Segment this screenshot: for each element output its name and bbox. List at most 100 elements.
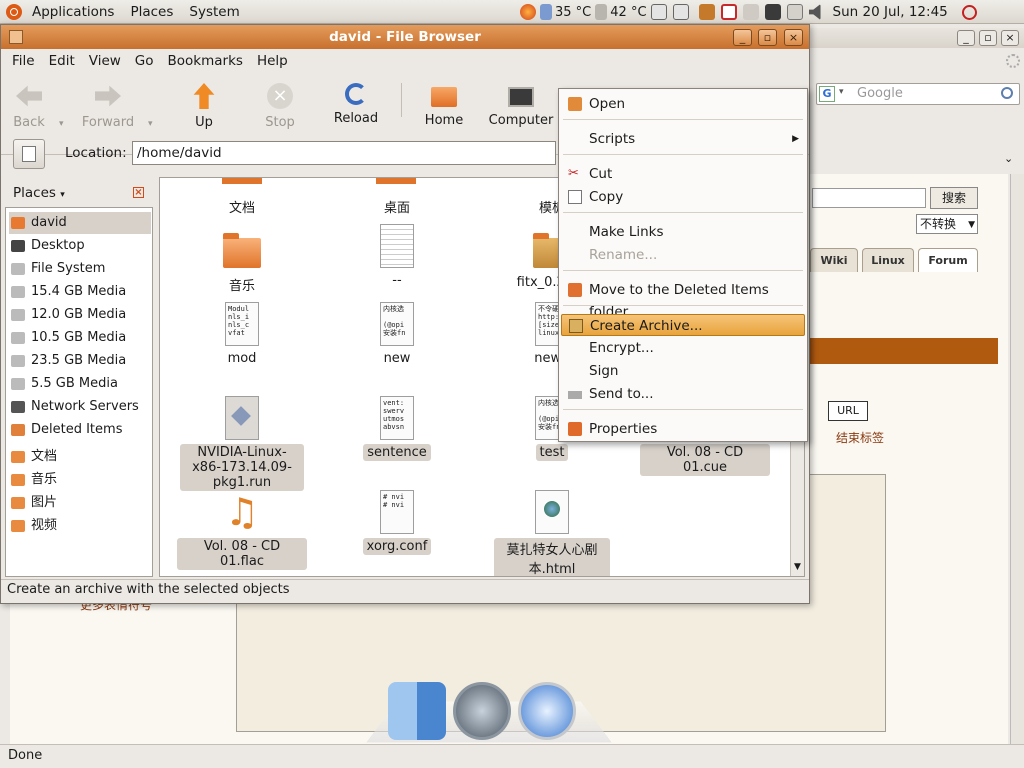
places-header[interactable]: Places ▾ (13, 185, 65, 201)
menu-item-copy[interactable]: Copy (561, 186, 805, 208)
ubuntu-logo-icon[interactable] (6, 3, 22, 20)
browser-search-box[interactable]: G ▾ Google (816, 83, 1020, 105)
back-history-chevron-icon[interactable]: ▾ (59, 119, 64, 129)
finder-dock-icon[interactable] (388, 682, 446, 740)
sidebar-item-media-2[interactable]: 12.0 GB Media (9, 304, 151, 326)
sidebar-item-media-4[interactable]: 23.5 GB Media (9, 350, 151, 372)
sidebar-item-label: File System (31, 261, 106, 276)
sidebar-item-media-3[interactable]: 10.5 GB Media (9, 327, 151, 349)
menu-item-label: Cut (589, 166, 613, 182)
applications-menu[interactable]: Applications (26, 0, 120, 24)
google-g-icon[interactable]: G (819, 86, 835, 102)
window-menu-icon[interactable] (9, 30, 23, 44)
menu-item-sign[interactable]: Sign (561, 360, 805, 382)
network-icon[interactable] (764, 4, 781, 20)
menu-bookmarks[interactable]: Bookmarks (161, 53, 250, 69)
forward-history-chevron-icon[interactable]: ▾ (148, 119, 153, 129)
printer-icon[interactable] (742, 4, 759, 20)
sidebar-item-music[interactable]: 音乐 (9, 469, 151, 491)
home-button[interactable]: Home (410, 81, 478, 128)
file-item[interactable]: # nvi # nvi xorg.conf (332, 490, 462, 555)
window-title[interactable]: david - File Browser (1, 25, 809, 49)
toggle-location-button[interactable] (13, 139, 45, 169)
scroll-down-arrow-icon[interactable]: ▼ (794, 562, 801, 572)
up-button[interactable]: Up (170, 81, 238, 130)
menu-item-move-to-trash[interactable]: Move to the Deleted Items folder (561, 279, 805, 320)
sidebar-item-deleted[interactable]: Deleted Items (9, 419, 151, 441)
menu-item-encrypt[interactable]: Encrypt... (561, 337, 805, 359)
menu-item-make-links[interactable]: Make Links (561, 221, 805, 243)
minimize-button[interactable]: _ (733, 29, 752, 46)
stop-button[interactable]: × Stop (246, 81, 314, 130)
computer-button[interactable]: Computer (487, 81, 555, 128)
menu-edit[interactable]: Edit (42, 53, 82, 69)
reload-button[interactable]: Reload (322, 81, 390, 126)
sidebar-item-filesystem[interactable]: File System (9, 258, 151, 280)
magnifier-icon[interactable] (1001, 87, 1013, 99)
file-item[interactable]: vent: swerv utmos abvsn sentence (332, 396, 462, 461)
file-item[interactable]: -- (332, 224, 462, 289)
menu-file[interactable]: File (1, 53, 42, 69)
file-item[interactable]: 文档 (177, 196, 307, 217)
sidebar-item-media-5[interactable]: 5.5 GB Media (9, 373, 151, 395)
file-item[interactable]: Modul nls_i nls_c vfat mod (177, 302, 307, 367)
tab-linux[interactable]: Linux (862, 248, 914, 272)
clock[interactable]: Sun 20 Jul, 12:45 (833, 4, 948, 20)
sidebar-item-pictures[interactable]: 图片 (9, 492, 151, 514)
webpage-text-input[interactable] (812, 188, 926, 208)
file-item[interactable]: NVIDIA-Linux-x86-173.14.09-pkg1.run (177, 396, 307, 491)
power-icon[interactable] (961, 4, 977, 20)
sidebar-item-desktop[interactable]: Desktop (9, 235, 151, 257)
file-item[interactable]: 内核选 (@opi 安装fn new (332, 302, 462, 367)
browser-maximize-button[interactable]: ▫ (979, 30, 997, 46)
menu-help[interactable]: Help (250, 53, 295, 69)
forward-button[interactable]: Forward (74, 81, 142, 130)
convert-select[interactable]: 不转换 ▼ (916, 214, 978, 234)
forward-label: Forward (81, 115, 135, 130)
end-tag-link[interactable]: 结束标签 (836, 429, 884, 446)
menu-go[interactable]: Go (128, 53, 161, 69)
file-item[interactable]: ♫ Vol. 08 - CD 01.flac (177, 490, 307, 570)
monitor2-icon[interactable] (672, 4, 689, 20)
volume-icon[interactable] (808, 4, 821, 20)
menu-item-open[interactable]: Open (561, 93, 805, 115)
update-icon[interactable] (698, 4, 715, 20)
system-menu[interactable]: System (183, 0, 245, 24)
file-item[interactable]: 音乐 (177, 230, 307, 295)
folder-icon (11, 451, 25, 463)
gmail-icon[interactable] (720, 4, 737, 20)
tab-forum[interactable]: Forum (918, 248, 978, 272)
sidebar-item-videos[interactable]: 视频 (9, 515, 151, 537)
maximize-button[interactable]: ▫ (758, 29, 777, 46)
close-button[interactable]: × (784, 29, 803, 46)
keyboard-icon[interactable] (786, 4, 803, 20)
time-machine-dock-icon[interactable] (453, 682, 511, 740)
close-sidebar-icon[interactable]: × (133, 187, 144, 198)
safari-compass-dock-icon[interactable] (518, 682, 576, 740)
tab-wiki[interactable]: Wiki (810, 248, 858, 272)
url-button[interactable]: URL (828, 401, 868, 421)
places-menu[interactable]: Places (124, 0, 179, 24)
file-item[interactable]: 莫扎特女人心剧本.html (487, 490, 617, 576)
menu-view[interactable]: View (82, 53, 128, 69)
location-input[interactable]: /home/david (132, 141, 556, 165)
sidebar-item-documents[interactable]: 文档 (9, 446, 151, 468)
menu-item-create-archive[interactable]: Create Archive... (561, 314, 805, 336)
browser-minimize-button[interactable]: _ (957, 30, 975, 46)
browser-scrollbar[interactable] (1010, 174, 1024, 744)
menu-item-send-to[interactable]: Send to... (561, 383, 805, 405)
menu-item-properties[interactable]: Properties (561, 418, 805, 440)
monitor-icon[interactable] (650, 4, 667, 20)
menu-item-scripts[interactable]: Scripts ▶ (561, 128, 805, 150)
search-engine-chevron-icon[interactable]: ▾ (839, 87, 844, 97)
back-button[interactable]: Back (0, 81, 63, 130)
sidebar-item-network[interactable]: Network Servers (9, 396, 151, 418)
sidebar-item-media-1[interactable]: 15.4 GB Media (9, 281, 151, 303)
sidebar-item-david[interactable]: david (9, 212, 151, 234)
file-item[interactable]: 桌面 (332, 196, 462, 217)
browser-dropdown-chevron-icon[interactable]: ⌄ (1004, 152, 1013, 165)
firefox-icon[interactable] (520, 4, 536, 20)
forum-search-button[interactable]: 搜索 (930, 187, 978, 209)
browser-close-button[interactable]: × (1001, 30, 1019, 46)
menu-item-cut[interactable]: ✂ Cut (561, 163, 805, 185)
